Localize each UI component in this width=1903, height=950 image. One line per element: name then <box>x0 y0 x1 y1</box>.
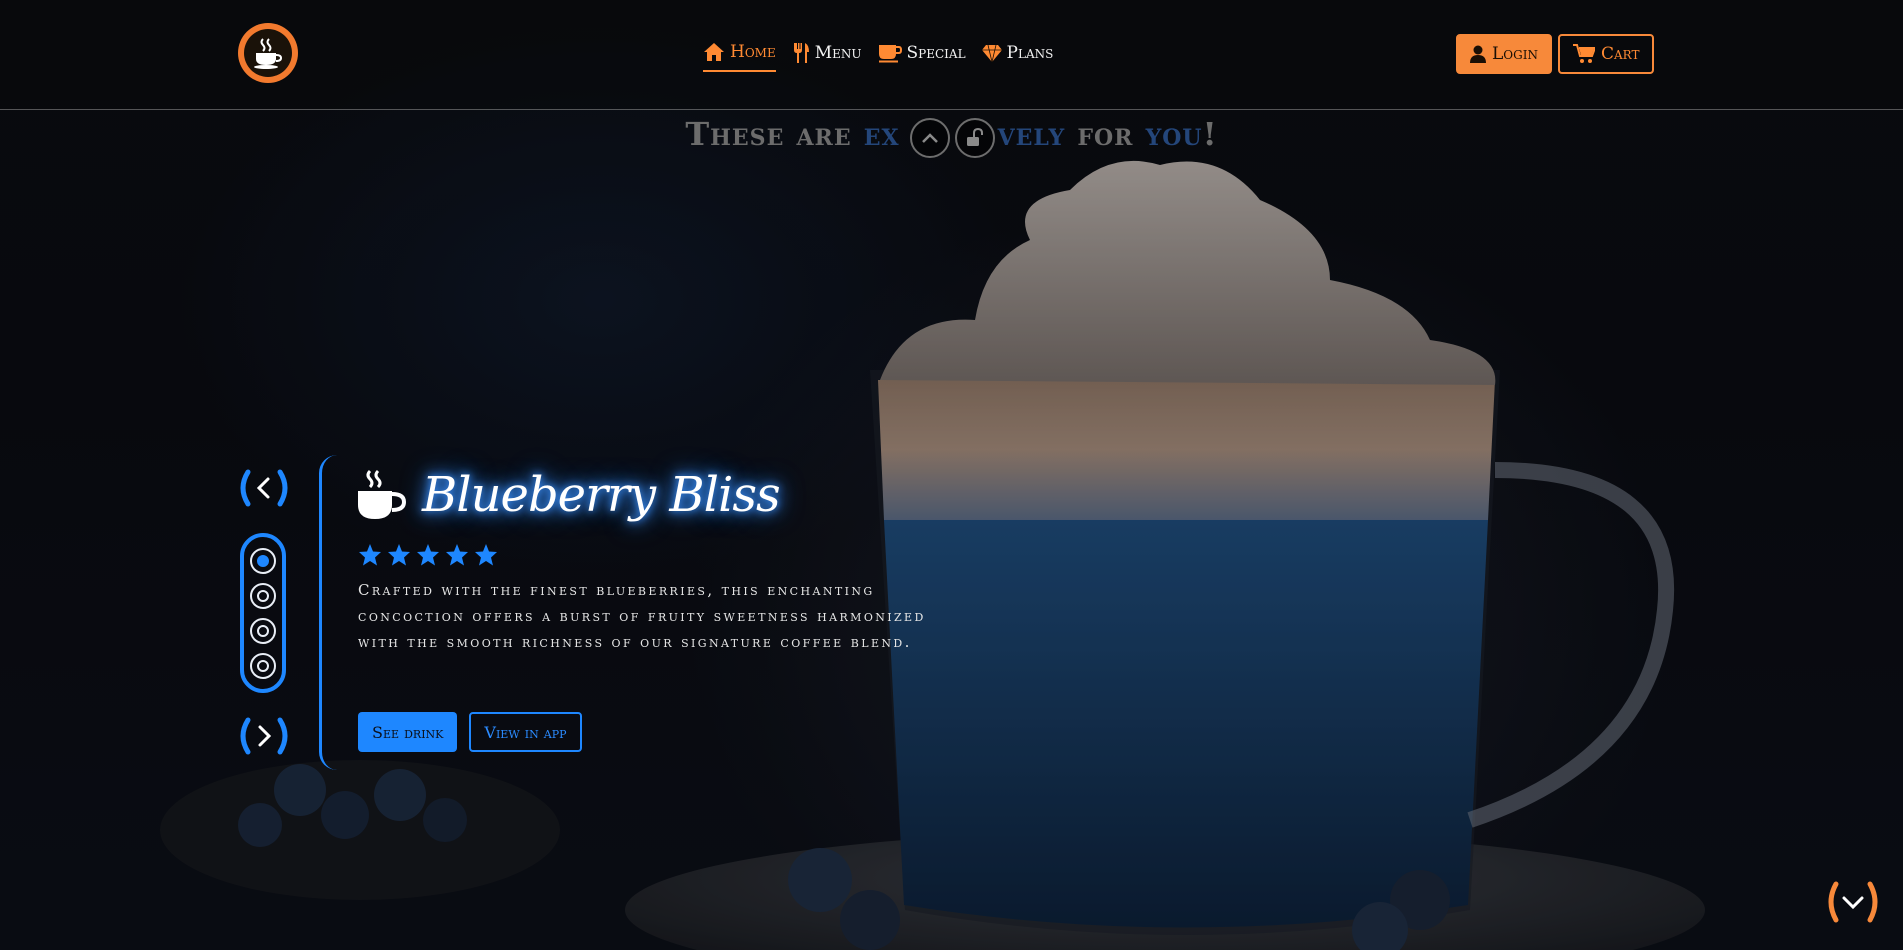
rating-stars <box>358 543 498 567</box>
navbar: Home Menu Special Plans Login Cart <box>0 0 1903 110</box>
chevron-down-icon <box>1828 881 1878 923</box>
chevron-left-icon <box>240 469 288 507</box>
slide-dot[interactable] <box>250 617 276 644</box>
product-card: Blueberry Bliss Crafted with the finest … <box>319 455 962 770</box>
subtitle-text: ! <box>1202 115 1218 153</box>
subtitle-text: for <box>1065 115 1146 153</box>
nav-link-special[interactable]: Special <box>878 36 966 72</box>
home-icon <box>704 43 724 61</box>
login-button[interactable]: Login <box>1456 34 1552 74</box>
product-description: Crafted with the finest blueberries, thi… <box>358 581 926 651</box>
star-icon <box>475 544 497 566</box>
section-subtitle: These are ex vely for you! <box>0 115 1903 153</box>
nav-link-label: Special <box>906 43 966 63</box>
cart-label: Cart <box>1600 44 1640 64</box>
cutlery-icon <box>793 43 809 63</box>
mug-icon <box>878 45 902 63</box>
gem-icon <box>981 44 1002 62</box>
product-actions: See drink View in app <box>358 712 582 752</box>
user-icon <box>1470 45 1486 63</box>
nav-link-label: Plans <box>1006 43 1054 63</box>
coffee-cup-icon <box>244 29 292 77</box>
nav-link-label: Menu <box>814 43 862 63</box>
product-title-row: Blueberry Bliss <box>356 467 781 523</box>
chevron-right-icon <box>240 717 288 755</box>
unlock-button[interactable] <box>955 118 995 158</box>
nav-link-home[interactable]: Home <box>703 36 776 72</box>
star-icon <box>446 544 468 566</box>
subtitle-highlight: ex <box>863 115 900 153</box>
nav-link-label: Home <box>730 42 776 62</box>
nav-link-menu[interactable]: Menu <box>792 36 862 72</box>
slide-dot[interactable] <box>250 652 276 679</box>
slide-dot[interactable] <box>250 582 276 609</box>
see-drink-button[interactable]: See drink <box>358 712 458 752</box>
scroll-down-button[interactable] <box>1826 878 1880 926</box>
nav-links: Home Menu Special Plans <box>703 36 1053 72</box>
subtitle-highlight: you <box>1145 115 1203 153</box>
slide-dot[interactable] <box>250 547 276 574</box>
prev-slide-button[interactable] <box>238 468 290 508</box>
subtitle-text: These are <box>685 115 864 153</box>
next-slide-button[interactable] <box>238 716 290 756</box>
scroll-up-button[interactable] <box>910 118 950 158</box>
product-title: Blueberry Bliss <box>422 467 781 523</box>
cart-button[interactable]: Cart <box>1557 34 1655 74</box>
star-icon <box>388 544 410 566</box>
view-in-app-button[interactable]: View in app <box>469 712 582 752</box>
star-icon <box>359 544 381 566</box>
subtitle-highlight: vely <box>997 115 1066 153</box>
nav-link-plans[interactable]: Plans <box>981 36 1054 72</box>
nav-actions: Login Cart <box>1456 34 1655 74</box>
cart-icon <box>1572 44 1595 63</box>
unlock-icon <box>967 128 983 146</box>
slide-indicators <box>240 533 286 693</box>
login-label: Login <box>1492 44 1538 64</box>
star-icon <box>417 544 439 566</box>
logo[interactable] <box>238 23 298 83</box>
chevron-up-icon <box>922 133 938 143</box>
steaming-cup-icon <box>358 469 407 519</box>
